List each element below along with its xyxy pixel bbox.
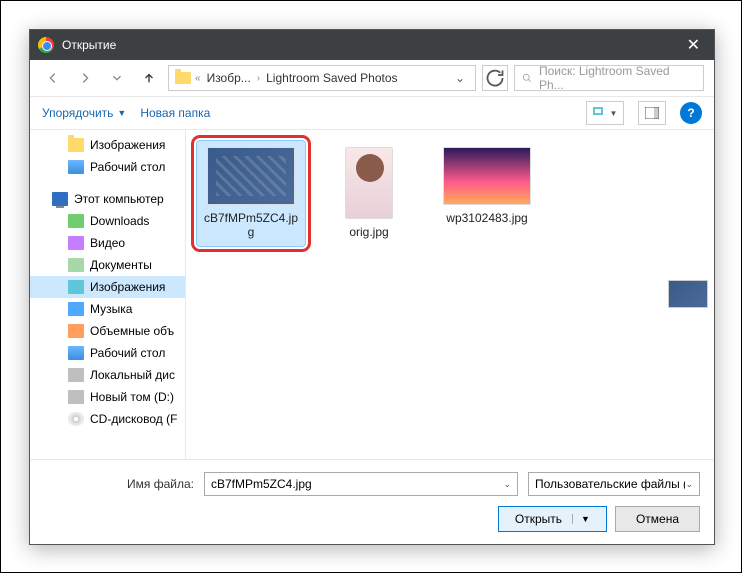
file-item[interactable]: wp3102483.jpg (432, 140, 542, 232)
tree-item[interactable]: Рабочий стол (30, 342, 185, 364)
tree-item-label: Downloads (90, 214, 149, 228)
close-button[interactable]: ✕ (681, 35, 706, 55)
up-button[interactable] (136, 65, 162, 91)
3d-icon (68, 324, 84, 338)
img-icon (68, 280, 84, 294)
recent-dropdown[interactable] (104, 65, 130, 91)
tree-item[interactable]: Изображения (30, 134, 185, 156)
tree-item-label: Музыка (90, 302, 132, 316)
tree-item[interactable]: Рабочий стол (30, 156, 185, 178)
back-button[interactable] (40, 65, 66, 91)
desktop-icon (68, 346, 84, 360)
cd-icon (68, 412, 84, 426)
tree-item[interactable]: Этот компьютер (30, 188, 185, 210)
file-pane[interactable]: cB7fMPm5ZC4.jpg orig.jpg wp3102483.jpg (186, 130, 714, 459)
pc-icon (52, 192, 68, 206)
filename-input[interactable]: cB7fMPm5ZC4.jpg ⌄ (204, 472, 518, 496)
cancel-button[interactable]: Отмена (615, 506, 700, 532)
file-name: cB7fMPm5ZC4.jpg (201, 211, 301, 240)
music-icon (68, 302, 84, 316)
tree-item-label: Документы (90, 258, 152, 272)
chevron-down-icon: ▼ (117, 108, 126, 118)
search-input[interactable]: Поиск: Lightroom Saved Ph... (514, 65, 704, 91)
file-open-dialog: Открытие ✕ « Изобр... › Lightroom Saved … (29, 29, 715, 545)
help-button[interactable]: ? (680, 102, 702, 124)
filename-label: Имя файла: (44, 477, 194, 491)
folder-icon (68, 138, 84, 152)
file-thumbnail (207, 147, 295, 205)
tree-item-label: Рабочий стол (90, 346, 165, 360)
new-folder-button[interactable]: Новая папка (140, 106, 210, 120)
tree-item[interactable]: Музыка (30, 298, 185, 320)
window-title: Открытие (62, 38, 681, 52)
chrome-icon (38, 37, 54, 53)
search-placeholder: Поиск: Lightroom Saved Ph... (539, 64, 697, 92)
tree-item[interactable]: Новый том (D:) (30, 386, 185, 408)
chevron-down-icon: ⌄ (685, 479, 693, 490)
organize-button[interactable]: Упорядочить ▼ (42, 106, 126, 120)
tree-item[interactable]: Видео (30, 232, 185, 254)
file-thumbnail (443, 147, 531, 205)
open-dropdown[interactable]: ▼ (572, 514, 590, 524)
breadcrumb-item[interactable]: Изобр... (203, 71, 255, 85)
desktop-icon (68, 160, 84, 174)
nav-row: « Изобр... › Lightroom Saved Photos ⌄ По… (30, 60, 714, 96)
down-icon (68, 214, 84, 228)
folder-icon (175, 72, 191, 84)
file-type-filter[interactable]: Пользовательские файлы (*.jp ⌄ (528, 472, 700, 496)
chevron-right-icon: « (195, 73, 201, 84)
video-icon (68, 236, 84, 250)
chevron-down-icon[interactable]: ⌄ (503, 479, 511, 490)
open-button[interactable]: Открыть ▼ (498, 506, 607, 532)
tree-item-label: Объемные объ (90, 324, 174, 338)
tree-item-label: Новый том (D:) (90, 390, 174, 404)
refresh-button[interactable] (482, 65, 508, 91)
tree-item[interactable]: Локальный дис (30, 364, 185, 386)
search-icon (521, 72, 533, 84)
tree-item[interactable]: Объемные объ (30, 320, 185, 342)
breadcrumb[interactable]: « Изобр... › Lightroom Saved Photos ⌄ (168, 65, 476, 91)
tree-item[interactable]: Документы (30, 254, 185, 276)
chevron-right-icon: › (257, 73, 260, 84)
file-thumbnail (345, 147, 393, 219)
file-name: orig.jpg (349, 225, 388, 239)
breadcrumb-dropdown[interactable]: ⌄ (449, 71, 471, 85)
titlebar: Открытие ✕ (30, 30, 714, 60)
tree-item[interactable]: Downloads (30, 210, 185, 232)
breadcrumb-item[interactable]: Lightroom Saved Photos (262, 71, 401, 85)
tree-item-label: Этот компьютер (74, 192, 164, 206)
tree-item-label: Видео (90, 236, 125, 250)
tree-item-label: CD-дисковод (F (90, 412, 177, 426)
tree-item-label: Локальный дис (90, 368, 175, 382)
file-item[interactable]: orig.jpg (314, 140, 424, 246)
file-name: wp3102483.jpg (446, 211, 527, 225)
tree-item-label: Изображения (90, 280, 165, 294)
disk-icon (68, 368, 84, 382)
disk-icon (68, 390, 84, 404)
preview-pane-button[interactable] (638, 101, 666, 125)
sidebar: Изображения Рабочий стол Этот компьютер Dow… (30, 130, 186, 459)
forward-button[interactable] (72, 65, 98, 91)
tree-item[interactable]: CD-дисковод (F (30, 408, 185, 430)
preview-thumbnail (668, 280, 708, 308)
tree-item[interactable]: Изображения (30, 276, 185, 298)
footer: Имя файла: cB7fMPm5ZC4.jpg ⌄ Пользовател… (30, 459, 714, 544)
file-item[interactable]: cB7fMPm5ZC4.jpg (196, 140, 306, 247)
tree-item-label: Изображения (90, 138, 165, 152)
tree-item-label: Рабочий стол (90, 160, 165, 174)
toolbar: Упорядочить ▼ Новая папка ▼ ? (30, 96, 714, 130)
doc-icon (68, 258, 84, 272)
view-mode-button[interactable]: ▼ (586, 101, 624, 125)
